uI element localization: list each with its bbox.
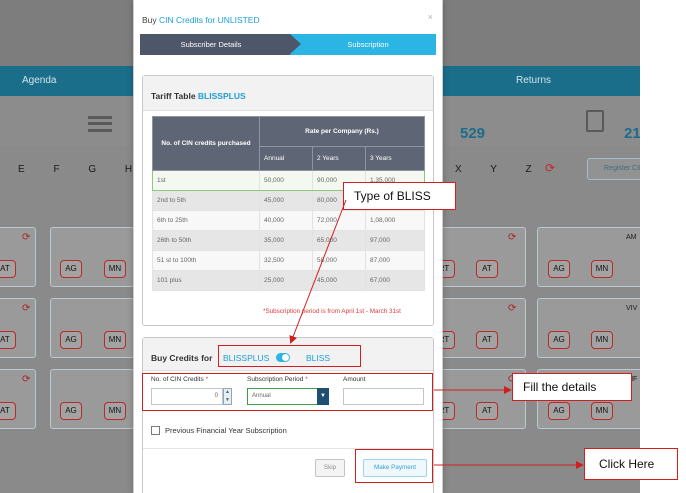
company-card[interactable] (50, 227, 134, 287)
modal-title-highlight: CIN Credits for UNLISTED (159, 15, 260, 25)
header-2-years: 2 Years (312, 146, 366, 171)
tariff-title: Tariff Table BLISSPLUS (151, 91, 246, 101)
company-card[interactable] (50, 369, 134, 429)
chip-ag[interactable]: AG (548, 331, 570, 349)
cell-range: 26th to 50th (152, 230, 260, 251)
refresh-icon[interactable]: ⟳ (508, 303, 516, 314)
cell-2-years: 58,000 (312, 250, 366, 271)
subscription-period-note: *Subscription period is from April 1st -… (263, 308, 401, 315)
chip-at[interactable]: AT (476, 260, 498, 278)
nav-returns[interactable]: Returns (516, 75, 551, 86)
refresh-icon[interactable]: ⟳ (545, 161, 555, 175)
header-credits-purchased: No. of CIN credits purchased (152, 116, 260, 171)
list-icon-bar (88, 122, 112, 125)
nav-agenda[interactable]: Agenda (22, 75, 56, 86)
chip-at[interactable]: AT (0, 331, 16, 349)
chip-mn[interactable]: MN (104, 331, 126, 349)
stat-count: 529 (460, 125, 486, 142)
step-arrow (290, 34, 301, 54)
document-icon (586, 110, 604, 132)
tariff-plan-name: BLISSPLUS (197, 91, 246, 101)
side-tag: VIV (626, 305, 638, 312)
cell-range: 1st (152, 170, 260, 191)
company-card[interactable] (50, 298, 134, 358)
buy-credits-modal: Buy CIN Credits for UNLISTED × Subscribe… (133, 0, 443, 493)
cell-annual: 50,000 (259, 170, 313, 191)
company-card[interactable] (0, 227, 36, 287)
chip-mn[interactable]: MN (104, 402, 126, 420)
annotation-click-here: Click Here (584, 448, 678, 480)
chip-mn[interactable]: MN (104, 260, 126, 278)
skip-button[interactable]: Skip (315, 459, 345, 477)
header-annual: Annual (259, 146, 313, 171)
chip-ag[interactable]: AG (60, 260, 82, 278)
annotation-highlight-payment (355, 449, 433, 483)
cell-range: 101 plus (152, 270, 260, 291)
previous-fy-checkbox[interactable] (151, 426, 160, 435)
cell-range: 51 st to 100th (152, 250, 260, 271)
cell-3-years: 87,000 (365, 250, 425, 271)
company-card[interactable] (0, 369, 36, 429)
step-subscriber-details[interactable]: Subscriber Details (140, 34, 290, 55)
annotation-highlight-plan (218, 345, 361, 367)
table-row[interactable]: 51 st to 100th 32,500 58,000 87,000 (152, 250, 425, 271)
chip-mn[interactable]: MN (591, 402, 613, 420)
modal-title-prefix: Buy (142, 15, 160, 25)
tariff-title-text: Tariff Table (151, 91, 198, 101)
table-row[interactable]: 101 plus 25,000 45,000 67,000 (152, 270, 425, 291)
cell-annual: 40,000 (259, 210, 313, 231)
cell-2-years: 72,000 (312, 210, 366, 231)
chip-at[interactable]: AT (476, 331, 498, 349)
cell-range: 6th to 25th (152, 210, 260, 231)
annotation-fill-details: Fill the details (512, 373, 632, 401)
chip-ag[interactable]: AG (548, 402, 570, 420)
annotation-type-of-bliss: Type of BLISS (343, 182, 456, 210)
chip-at[interactable]: AT (0, 260, 16, 278)
refresh-icon[interactable]: ⟳ (22, 374, 30, 385)
chip-at[interactable]: AT (476, 402, 498, 420)
chip-mn[interactable]: MN (591, 260, 613, 278)
stat-count-2: 21 (624, 125, 640, 142)
table-row[interactable]: 26th to 50th 35,000 65,000 97,000 (152, 230, 425, 251)
chip-mn[interactable]: MN (591, 331, 613, 349)
header-rate-per-company: Rate per Company (Rs.) (259, 116, 425, 147)
cell-3-years: 97,000 (365, 230, 425, 251)
chip-ag[interactable]: AG (548, 260, 570, 278)
chip-ag[interactable]: AG (60, 402, 82, 420)
modal-title: Buy CIN Credits for UNLISTED (142, 15, 260, 25)
close-icon[interactable]: × (428, 12, 433, 22)
cell-annual: 35,000 (259, 230, 313, 251)
alphabet-filter-right[interactable]: X Y Z (455, 164, 545, 175)
cell-2-years: 45,000 (312, 270, 366, 291)
buy-credits-title: Buy Credits for (151, 353, 213, 363)
step-subscription[interactable]: Subscription (290, 34, 436, 55)
previous-fy-label: Previous Financial Year Subscription (165, 426, 287, 435)
chip-at[interactable]: AT (0, 402, 16, 420)
refresh-icon[interactable]: ⟳ (22, 303, 30, 314)
cell-annual: 45,000 (259, 190, 313, 211)
chip-ag[interactable]: AG (60, 331, 82, 349)
cell-annual: 25,000 (259, 270, 313, 291)
progress-stepper: Subscriber Details Subscription (140, 34, 436, 55)
header-3-years: 3 Years (365, 146, 425, 171)
company-card[interactable] (537, 227, 640, 287)
company-card[interactable] (537, 298, 640, 358)
refresh-icon[interactable]: ⟳ (22, 232, 30, 243)
company-card[interactable] (0, 298, 36, 358)
cell-3-years: 67,000 (365, 270, 425, 291)
annotation-highlight-fields (142, 373, 433, 411)
cell-2-years: 65,000 (312, 230, 366, 251)
side-tag: AM (626, 234, 637, 241)
cell-annual: 32,500 (259, 250, 313, 271)
table-row[interactable]: 6th to 25th 40,000 72,000 1,08,000 (152, 210, 425, 231)
register-cin-button[interactable]: Register CIN (587, 158, 640, 180)
cell-range: 2nd to 5th (152, 190, 260, 211)
cell-3-years: 1,08,000 (365, 210, 425, 231)
refresh-icon[interactable]: ⟳ (508, 232, 516, 243)
